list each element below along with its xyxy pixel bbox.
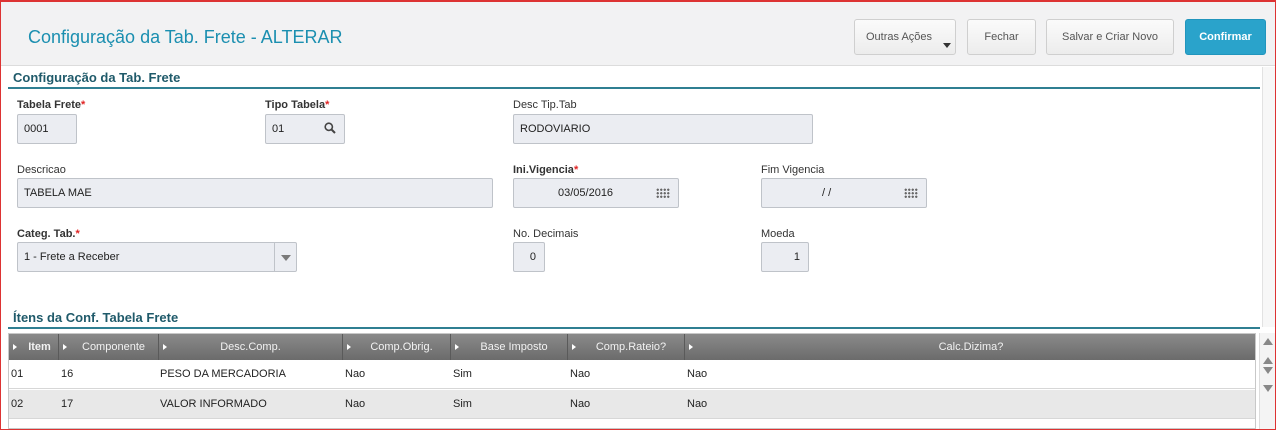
- salvar-criar-novo-button[interactable]: Salvar e Criar Novo: [1046, 19, 1174, 55]
- no-decimais-label: No. Decimais: [513, 228, 579, 240]
- grid-section-title: Ítens da Conf. Tabela Frete: [13, 310, 179, 325]
- column-header-comp-rateio[interactable]: Comp.Rateio?: [568, 334, 685, 360]
- scroll-down-icon[interactable]: [1263, 367, 1273, 374]
- moeda-label: Moeda: [761, 228, 795, 240]
- cell-desc-comp: PESO DA MERCADORIA: [160, 368, 286, 380]
- categ-tab-label-text: Categ. Tab.: [17, 228, 76, 240]
- cell-componente: 17: [61, 398, 74, 410]
- fim-vigencia-label: Fim Vigencia: [761, 164, 825, 176]
- cell-componente: 16: [61, 368, 74, 380]
- tipo-tabela-field[interactable]: 01: [265, 114, 345, 144]
- cell-base-imposto: Sim: [453, 368, 472, 380]
- desc-tip-tab-field[interactable]: RODOVIARIO: [513, 114, 813, 144]
- column-header-desc-comp[interactable]: Desc.Comp.: [159, 334, 343, 360]
- tabela-frete-label-text: Tabela Frete: [17, 99, 81, 111]
- column-header-label: Comp.Rateio?: [595, 341, 667, 353]
- chevron-down-icon[interactable]: [274, 243, 296, 271]
- descricao-field[interactable]: TABELA MAE: [17, 178, 493, 208]
- tipo-tabela-value: 01: [272, 123, 285, 135]
- table-row[interactable]: 01 16 PESO DA MERCADORIA Nao Sim Nao Nao: [9, 360, 1255, 389]
- grid-scrollbar[interactable]: [1259, 333, 1275, 429]
- column-header-label: Componente: [82, 341, 145, 353]
- sort-icon: [347, 344, 351, 350]
- desc-tip-tab-label: Desc Tip.Tab: [513, 99, 577, 111]
- ini-vigencia-value: 03/05/2016: [558, 187, 614, 199]
- column-header-label: Base Imposto: [480, 341, 548, 353]
- cell-comp-rateio: Nao: [570, 398, 591, 410]
- fim-vigencia-value: / /: [822, 187, 832, 199]
- column-header-label: Item: [28, 341, 51, 353]
- search-icon[interactable]: [324, 122, 336, 134]
- grid-header: Item Componente Desc.Comp. Comp.Obrig. B…: [9, 334, 1255, 360]
- column-header-label: Desc.Comp.: [220, 341, 281, 353]
- moeda-value: 1: [793, 251, 800, 263]
- cell-desc-comp: VALOR INFORMADO: [160, 398, 267, 410]
- sort-icon: [572, 344, 576, 350]
- cell-base-imposto: Sim: [453, 398, 472, 410]
- outras-acoes-button[interactable]: Outras Ações: [854, 19, 956, 55]
- fim-vigencia-field[interactable]: / /: [761, 178, 927, 208]
- cell-calc-dizima: Nao: [687, 398, 708, 410]
- column-header-label: Comp.Obrig.: [370, 341, 433, 353]
- calendar-icon[interactable]: [656, 188, 670, 199]
- descricao-label: Descricao: [17, 164, 66, 176]
- ini-vigencia-label: Ini.Vigencia*: [513, 164, 578, 176]
- cell-calc-dizima: Nao: [687, 368, 708, 380]
- column-header-label: Calc.Dizima?: [938, 341, 1004, 353]
- moeda-field[interactable]: 1: [761, 242, 809, 272]
- chevron-down-icon: [943, 43, 951, 48]
- column-header-componente[interactable]: Componente: [59, 334, 159, 360]
- header-bar: Configuração da Tab. Frete - ALTERAR Out…: [1, 2, 1275, 66]
- page-scrollbar[interactable]: [1262, 67, 1275, 327]
- no-decimais-value: 0: [529, 251, 536, 263]
- no-decimais-field[interactable]: 0: [513, 242, 545, 272]
- sort-icon: [455, 344, 459, 350]
- items-grid: Item Componente Desc.Comp. Comp.Obrig. B…: [8, 333, 1256, 429]
- scroll-top-icon[interactable]: [1263, 338, 1273, 345]
- cell-comp-obrig: Nao: [345, 368, 366, 380]
- tipo-tabela-label: Tipo Tabela*: [265, 99, 329, 111]
- required-mark: *: [573, 164, 579, 176]
- cell-comp-rateio: Nao: [570, 368, 591, 380]
- column-header-comp-obrig[interactable]: Comp.Obrig.: [343, 334, 451, 360]
- tipo-tabela-label-text: Tipo Tabela: [265, 99, 326, 111]
- table-row[interactable]: 02 17 VALOR INFORMADO Nao Sim Nao Nao: [9, 390, 1255, 419]
- ini-vigencia-label-text: Ini.Vigencia: [513, 164, 574, 176]
- confirmar-button[interactable]: Confirmar: [1185, 19, 1266, 55]
- section-divider: [8, 327, 1260, 329]
- fechar-button[interactable]: Fechar: [967, 19, 1036, 55]
- scroll-up-icon[interactable]: [1263, 357, 1273, 364]
- categ-tab-value: 1 - Frete a Receber: [24, 251, 120, 263]
- categ-tab-select[interactable]: 1 - Frete a Receber: [17, 242, 297, 272]
- required-mark: *: [325, 99, 330, 111]
- column-header-base-imposto[interactable]: Base Imposto: [451, 334, 568, 360]
- cell-item: 01: [11, 368, 24, 380]
- sort-icon: [13, 344, 17, 350]
- required-mark: *: [81, 99, 86, 111]
- scroll-bottom-icon[interactable]: [1263, 385, 1273, 392]
- ini-vigencia-field[interactable]: 03/05/2016: [513, 178, 679, 208]
- cell-comp-obrig: Nao: [345, 398, 366, 410]
- sort-icon: [63, 344, 67, 350]
- tabela-frete-field[interactable]: 0001: [17, 114, 77, 144]
- tabela-frete-label: Tabela Frete*: [17, 99, 85, 111]
- outras-acoes-label: Outras Ações: [866, 31, 933, 43]
- categ-tab-label: Categ. Tab.*: [17, 228, 80, 240]
- required-mark: *: [75, 228, 80, 240]
- calendar-icon[interactable]: [904, 188, 918, 199]
- column-header-calc-dizima[interactable]: Calc.Dizima?: [685, 334, 1255, 360]
- cell-item: 02: [11, 398, 24, 410]
- form-section-title: Configuração da Tab. Frete: [13, 70, 181, 85]
- desc-tip-tab-value: RODOVIARIO: [520, 123, 591, 135]
- page-title: Configuração da Tab. Frete - ALTERAR: [28, 27, 343, 47]
- column-header-item[interactable]: Item: [9, 334, 59, 360]
- descricao-value: TABELA MAE: [24, 187, 92, 199]
- section-divider: [8, 87, 1260, 89]
- tabela-frete-value: 0001: [24, 123, 49, 135]
